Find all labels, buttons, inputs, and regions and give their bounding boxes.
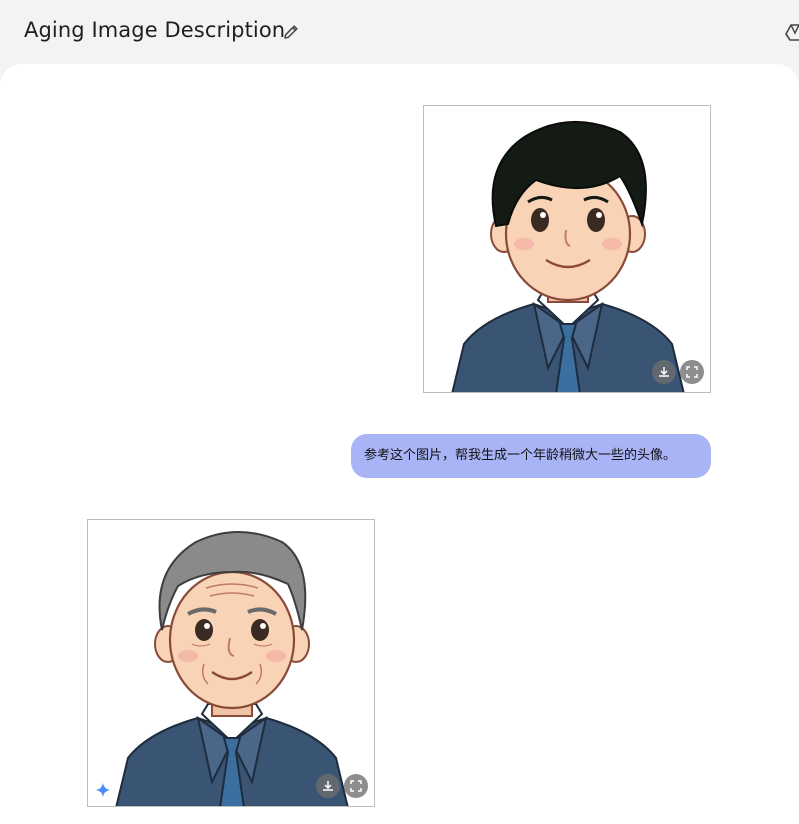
sparkle-icon — [95, 782, 111, 798]
fullscreen-icon[interactable] — [680, 360, 704, 384]
top-bar: Aging Image Description — [0, 0, 799, 64]
young-man-portrait — [451, 120, 685, 392]
fullscreen-icon[interactable] — [344, 774, 368, 798]
download-icon[interactable] — [652, 360, 676, 384]
pencil-icon[interactable] — [280, 21, 302, 43]
older-man-portrait — [115, 531, 349, 806]
user-message-bubble: 参考这个图片，帮我生成一个年龄稍微大一些的头像。 — [351, 434, 711, 478]
user-uploaded-image[interactable] — [423, 105, 711, 393]
generated-image[interactable] — [87, 519, 375, 807]
download-icon[interactable] — [316, 774, 340, 798]
page-title: Aging Image Description — [24, 18, 286, 42]
drive-icon[interactable] — [784, 21, 799, 43]
